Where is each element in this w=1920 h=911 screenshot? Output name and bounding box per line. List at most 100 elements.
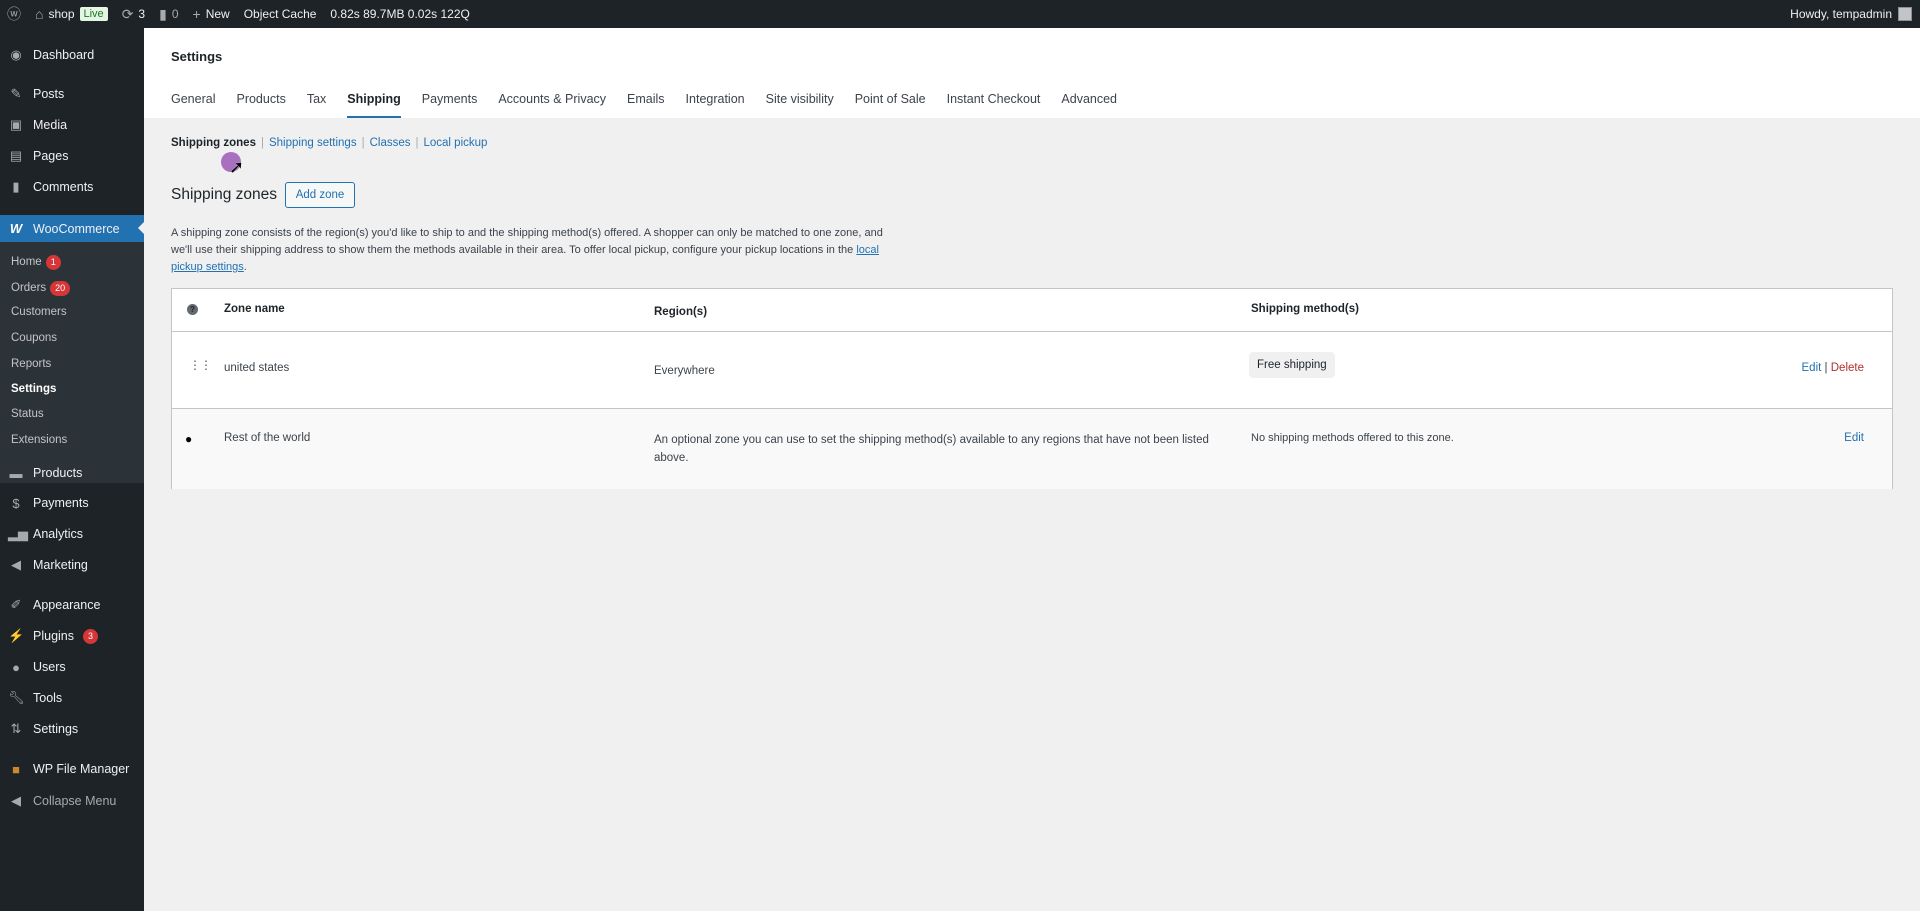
submenu-home[interactable]: Home 1	[11, 252, 61, 272]
subnav-classes[interactable]: Classes	[370, 137, 411, 149]
submenu-extensions[interactable]: Extensions	[11, 430, 67, 450]
dollar-icon: $	[12, 495, 20, 511]
subnav-local-pickup[interactable]: Local pickup	[423, 137, 487, 149]
table-header: ? Zone name Region(s) Shipping method(s)	[172, 289, 1892, 332]
tab-payments[interactable]: Payments	[422, 92, 478, 118]
sidebar-item-media[interactable]: ▣ Media	[0, 110, 144, 140]
label: Home	[11, 256, 42, 268]
avatar	[1898, 7, 1912, 21]
label: Plugins	[33, 629, 74, 643]
wp-logo-menu[interactable]: ⓦ	[0, 0, 28, 28]
label: Users	[33, 660, 66, 674]
tab-instant-checkout[interactable]: Instant Checkout	[947, 92, 1041, 118]
add-zone-button[interactable]: Add zone	[285, 182, 355, 208]
label: Settings	[11, 383, 57, 395]
subnav-shipping-settings[interactable]: Shipping settings	[269, 137, 357, 149]
subnav-shipping-zones[interactable]: Shipping zones	[171, 137, 256, 149]
sidebar-item-settings[interactable]: ⇅ Settings	[0, 714, 144, 744]
shipping-zones-heading: Shipping zones	[171, 186, 277, 203]
label: Marketing	[33, 558, 88, 572]
tab-site-visibility[interactable]: Site visibility	[766, 92, 834, 118]
label: Customers	[11, 306, 67, 318]
new-content-menu[interactable]: + New	[186, 0, 237, 28]
separator: |	[415, 137, 419, 149]
label: Products	[33, 466, 83, 480]
sidebar-item-marketing[interactable]: ◀ Marketing	[0, 550, 144, 580]
sidebar-item-users[interactable]: ● Users	[0, 652, 144, 682]
live-badge: Live	[79, 7, 108, 21]
tab-point-of-sale[interactable]: Point of Sale	[855, 92, 926, 118]
tab-shipping[interactable]: Shipping	[347, 92, 401, 118]
my-account-menu[interactable]: Howdy, tempadmin	[1790, 7, 1920, 21]
media-icon: ▣	[9, 117, 23, 132]
submenu-settings[interactable]: Settings	[11, 379, 56, 399]
tab-emails[interactable]: Emails	[627, 92, 665, 118]
desc-end: .	[243, 261, 247, 273]
submenu-orders[interactable]: Orders 20	[11, 278, 71, 298]
row-actions: Edit	[1844, 432, 1864, 444]
archive-icon: ▬	[9, 465, 23, 481]
comments-menu[interactable]: ▮ 0	[152, 0, 185, 28]
sidebar-item-comments[interactable]: ▮ Comments	[0, 172, 144, 202]
shipping-subnav: Shipping zones | Shipping settings | Cla…	[171, 137, 487, 149]
zone-name[interactable]: united states	[224, 362, 289, 374]
pages-icon: ▤	[9, 148, 23, 163]
plugins-badge: 3	[83, 628, 99, 644]
site-name-menu[interactable]: ⌂ shop Live	[28, 0, 115, 28]
plug-icon: ⚡	[8, 628, 25, 643]
submenu-status[interactable]: Status	[11, 404, 44, 424]
label: Payments	[33, 496, 89, 510]
sidebar-item-dashboard[interactable]: ◉ Dashboard	[0, 40, 144, 70]
no-methods-text: No shipping methods offered to this zone…	[1251, 432, 1454, 444]
delete-link[interactable]: Delete	[1831, 362, 1864, 374]
sidebar-item-payments[interactable]: $ Payments	[0, 488, 144, 518]
tab-integration[interactable]: Integration	[686, 92, 745, 118]
help-icon[interactable]: ?	[187, 304, 198, 315]
edit-link[interactable]: Edit	[1802, 362, 1822, 374]
submenu-coupons[interactable]: Coupons	[11, 328, 57, 348]
submenu-customers[interactable]: Customers	[11, 302, 67, 322]
query-monitor-menu[interactable]: 0.82s 89.7MB 0.02s 122Q	[323, 0, 476, 28]
collapse-menu-button[interactable]: ◀ Collapse Menu	[0, 786, 144, 816]
label: Extensions	[11, 434, 68, 446]
label: Collapse Menu	[33, 794, 117, 808]
sidebar-item-pages[interactable]: ▤ Pages	[0, 141, 144, 171]
plus-icon: +	[192, 6, 201, 22]
tab-general[interactable]: General	[171, 92, 215, 118]
tab-products[interactable]: Products	[236, 92, 285, 118]
tab-tax[interactable]: Tax	[307, 92, 326, 118]
sidebar-item-products[interactable]: ▬ Products	[0, 458, 144, 488]
sidebar-item-tools[interactable]: 🔧︎ Tools	[0, 683, 144, 713]
separator: |	[260, 137, 264, 149]
sidebar-item-woocommerce[interactable]: W WooCommerce	[0, 215, 144, 242]
label: WooCommerce	[33, 221, 120, 236]
sidebar-item-analytics[interactable]: ▂▅ Analytics	[0, 519, 144, 549]
label: Posts	[33, 87, 65, 101]
object-cache-menu[interactable]: Object Cache	[237, 0, 324, 28]
tab-advanced[interactable]: Advanced	[1061, 92, 1117, 118]
new-label: New	[205, 7, 230, 21]
sidebar-item-posts[interactable]: ✎ Posts	[0, 79, 144, 109]
sidebar-item-appearance[interactable]: ✐ Appearance	[0, 590, 144, 620]
comments-count: 0	[171, 7, 179, 21]
zone-name: Rest of the world	[224, 432, 311, 444]
row-actions: Edit | Delete	[1802, 362, 1864, 374]
settings-header: Settings General Products Tax Shipping P…	[144, 28, 1920, 118]
pin-icon: ✎	[10, 86, 22, 101]
sidebar-item-plugins[interactable]: ⚡ Plugins 3	[0, 621, 144, 651]
submenu-reports[interactable]: Reports	[11, 354, 51, 374]
tab-accounts-privacy[interactable]: Accounts & Privacy	[498, 92, 606, 118]
query-stats: 0.82s 89.7MB 0.02s 122Q	[330, 7, 470, 21]
edit-link[interactable]: Edit	[1844, 432, 1864, 444]
woocommerce-icon: W	[9, 221, 23, 236]
table-row: ● Rest of the world An optional zone you…	[172, 409, 1892, 489]
label: Tools	[33, 691, 63, 705]
desc-text: A shipping zone consists of the region(s…	[171, 227, 883, 256]
updates-menu[interactable]: ⟳ 3	[115, 0, 152, 28]
drag-handle-icon[interactable]: ⋮⋮	[189, 359, 212, 371]
bar-chart-icon: ▂▅	[8, 526, 28, 541]
label: Media	[33, 118, 68, 132]
column-shipping-methods: Shipping method(s)	[1251, 303, 1359, 315]
home-icon: ⌂	[35, 6, 44, 22]
sidebar-item-wp-file-manager[interactable]: ■ WP File Manager	[0, 754, 144, 784]
